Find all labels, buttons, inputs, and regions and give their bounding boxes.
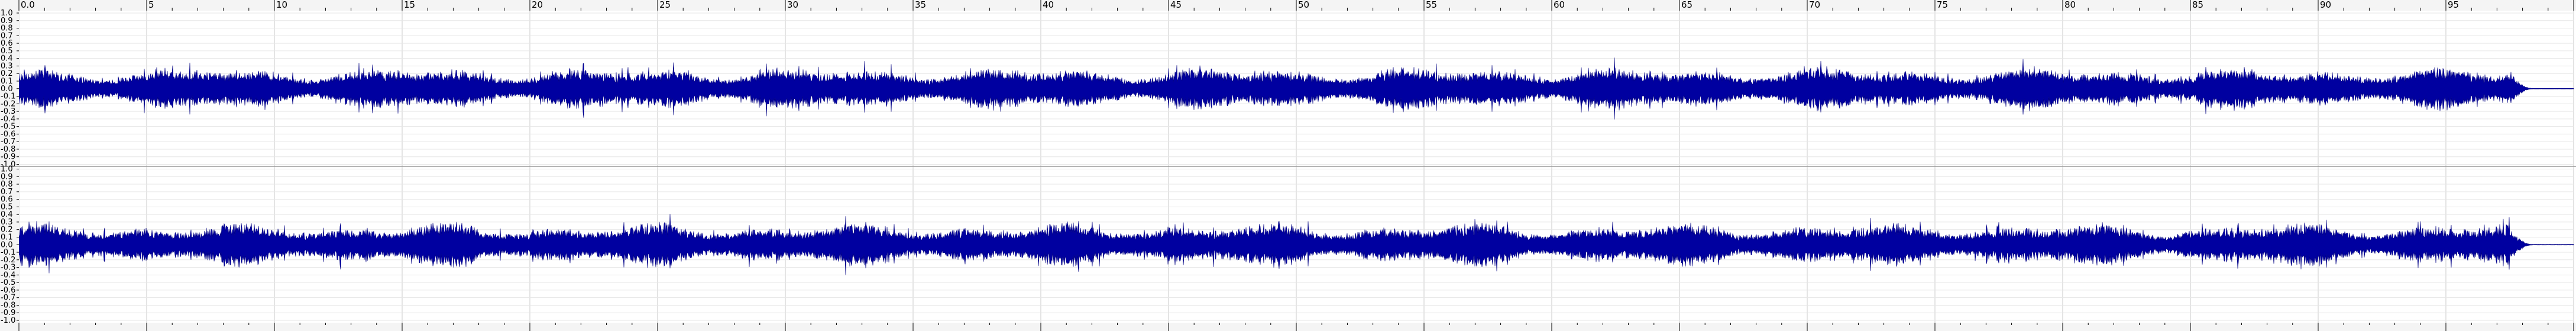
time-label: 55 <box>1426 0 1437 10</box>
time-label: 35 <box>915 0 926 10</box>
time-label: 95 <box>2448 0 2459 10</box>
time-label: 5 <box>148 0 154 10</box>
time-ruler-top[interactable] <box>0 0 2576 11</box>
time-label: 0.0 <box>21 0 35 10</box>
time-label: 65 <box>1681 0 1692 10</box>
time-label: 75 <box>1937 0 1948 10</box>
waveform-editor[interactable]: 0.0 5 10 15 20 25 30 35 40 45 50 55 60 65 70 75 80 85 90 95… <box>0 0 2576 331</box>
time-label: 15 <box>404 0 415 10</box>
time-label: 70 <box>1809 0 1820 10</box>
time-label: 50 <box>1298 0 1309 10</box>
time-label: 40 <box>1043 0 1054 10</box>
time-label: 90 <box>2320 0 2331 10</box>
time-label: 85 <box>2192 0 2203 10</box>
axis-layer: 0.0 5 10 15 20 25 30 35 40 45 50 55 60 65 70 75 80 85 90 95… <box>0 0 2576 331</box>
time-label: 30 <box>787 0 798 10</box>
amplitude-label: -1.0 <box>1 316 15 325</box>
time-label: 20 <box>532 0 543 10</box>
time-label: 10 <box>276 0 287 10</box>
time-ruler-bottom[interactable] <box>0 323 2576 331</box>
time-label: 80 <box>2064 0 2076 10</box>
time-label: 60 <box>1554 0 1565 10</box>
waveform-canvas[interactable]: 0.0 5 10 15 20 25 30 35 40 45 50 55 60 65 70 75 80 85 90 95… <box>0 0 2576 331</box>
time-label: 25 <box>659 0 671 10</box>
time-label: 45 <box>1170 0 1182 10</box>
